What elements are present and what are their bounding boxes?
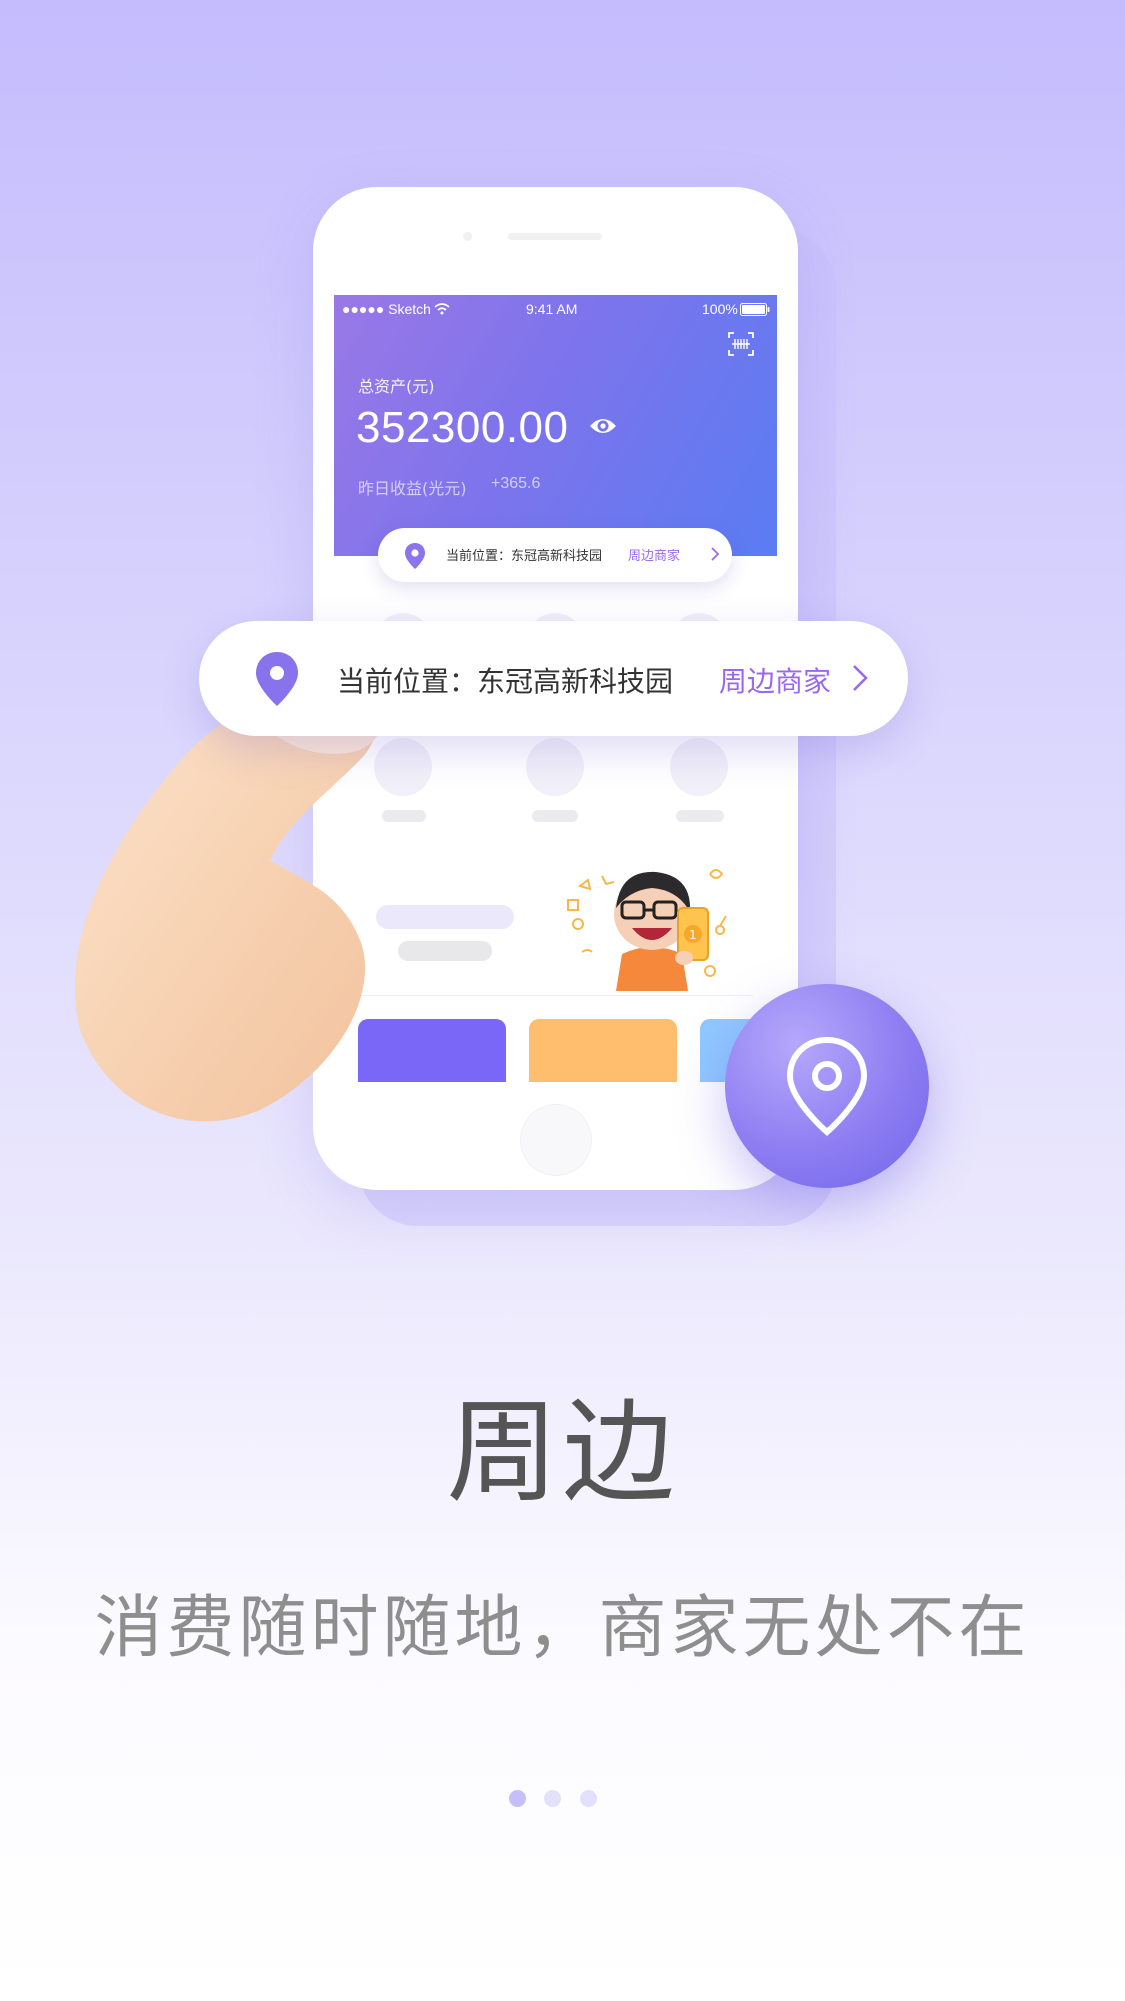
phone-speaker	[508, 233, 602, 240]
status-time: 9:41 AM	[526, 301, 578, 317]
phone-home-button	[520, 1104, 592, 1176]
phone-camera	[463, 232, 472, 241]
page-title: 周边	[446, 1388, 679, 1518]
pagination-dot-active[interactable]	[509, 1790, 526, 1807]
battery-icon	[740, 303, 770, 316]
scan-icon[interactable]	[728, 331, 754, 357]
eye-icon[interactable]	[588, 415, 618, 437]
location-pin-icon	[405, 543, 425, 569]
menu-icon-placeholder	[526, 738, 584, 796]
location-pin-icon	[256, 652, 298, 706]
menu-label-placeholder	[676, 810, 724, 822]
nearby-merchants-link[interactable]: 周边商家	[719, 660, 831, 700]
svg-text:1: 1	[689, 928, 697, 942]
menu-icon-placeholder	[670, 738, 728, 796]
location-bar[interactable]: 当前位置：东冠高新科技园 周边商家	[199, 621, 908, 736]
wifi-icon	[434, 303, 450, 315]
status-carrier: ●●●●● Sketch	[342, 301, 431, 317]
page-subtitle: 消费随时随地，商家无处不在	[94, 1589, 1031, 1668]
nearby-merchants-link[interactable]: 周边商家	[628, 545, 680, 564]
chevron-right-icon	[711, 547, 720, 561]
current-location-text: 当前位置：东冠高新科技园	[337, 665, 674, 698]
assets-header: ●●●●● Sketch 9:41 AM 100% 总资产(元) 352300.…	[334, 295, 777, 556]
pagination-dot[interactable]	[580, 1790, 597, 1807]
location-pin-icon	[786, 1036, 868, 1136]
status-battery: 100%	[702, 301, 738, 317]
chevron-right-icon	[853, 665, 868, 691]
yesterday-earnings-value: +365.6	[491, 475, 541, 492]
feature-card-orange[interactable]	[529, 1019, 677, 1082]
total-assets-value: 352300.00	[356, 403, 569, 452]
pagination-dot[interactable]	[544, 1790, 561, 1807]
location-fab[interactable]	[725, 984, 929, 1188]
yesterday-earnings-label: 昨日收益(光元)	[358, 479, 467, 498]
total-assets-label: 总资产(元)	[358, 377, 435, 396]
current-location-text: 当前位置：东冠高新科技园	[446, 549, 603, 564]
menu-label-placeholder	[532, 810, 578, 822]
location-bar-small[interactable]: 当前位置：东冠高新科技园 周边商家	[378, 528, 732, 582]
mascot-illustration: 1	[567, 869, 727, 991]
hand-illustration	[74, 690, 387, 1122]
